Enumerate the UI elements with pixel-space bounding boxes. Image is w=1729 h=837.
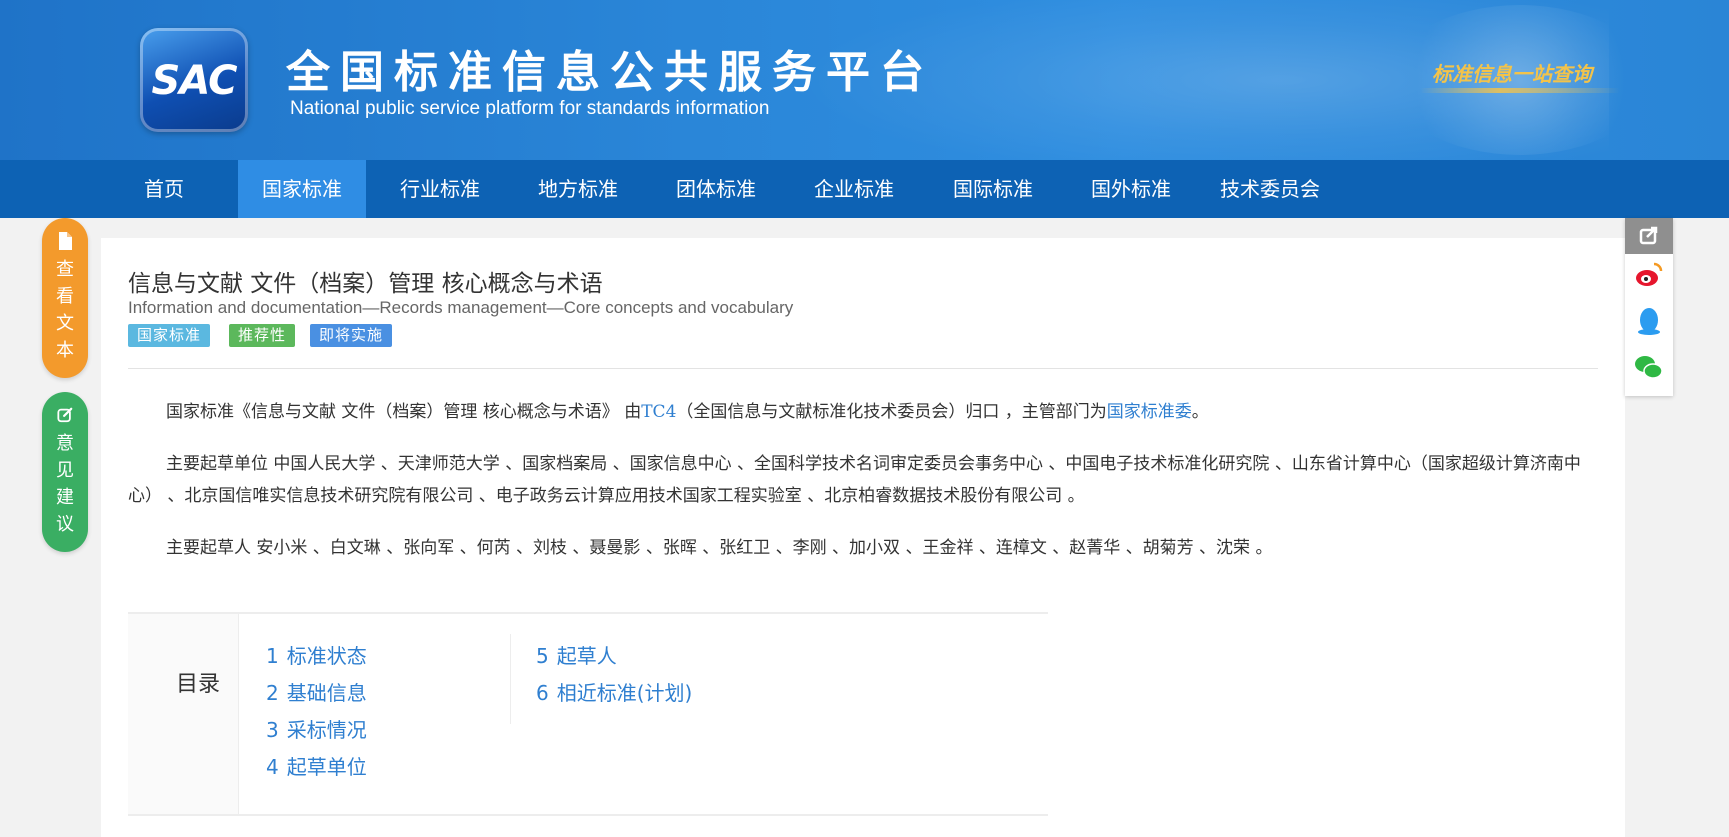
toc-num: 5 xyxy=(536,644,549,668)
toc-item-drafters[interactable]: 5 起草人 xyxy=(536,640,617,669)
toc-num: 6 xyxy=(536,681,549,705)
qq-icon[interactable] xyxy=(1634,306,1664,336)
logo-text: SAC xyxy=(151,58,238,104)
badge-recommended: 推荐性 xyxy=(229,324,296,347)
paragraph-drafters: 主要起草人 安小米 、白文琳 、张向军 、何芮 、刘枝 、聂曼影 、张晖 、张红… xyxy=(166,538,1273,558)
paragraph-overview: 国家标准《信息与文献 文件（档案）管理 核心概念与术语》 由TC4（全国信息与文… xyxy=(128,396,1598,428)
nav-national-standard[interactable]: 国家标准 xyxy=(238,160,366,218)
nav-international-standard[interactable]: 国际标准 xyxy=(933,160,1053,218)
toc-item-status[interactable]: 1 标准状态 xyxy=(266,640,367,669)
tc-link[interactable]: TC4 xyxy=(641,402,676,422)
wechat-icon[interactable] xyxy=(1634,352,1664,382)
document-icon xyxy=(59,232,72,250)
share-toggle[interactable] xyxy=(1625,218,1673,254)
divider xyxy=(128,368,1598,369)
toc-item-drafting-units[interactable]: 4 起草单位 xyxy=(266,751,367,780)
weibo-icon[interactable] xyxy=(1634,260,1664,290)
toc-item-adoption[interactable]: 3 采标情况 xyxy=(266,714,367,743)
paragraph-drafting-units: 主要起草单位 中国人民大学 、天津师范大学 、国家档案局 、国家信息中心 、全国… xyxy=(128,454,1581,506)
slogan: 标准信息一站查询 xyxy=(1432,62,1592,86)
nav-local-standard[interactable]: 地方标准 xyxy=(518,160,638,218)
toc-num: 4 xyxy=(266,755,279,779)
share-icon xyxy=(1639,226,1658,245)
overview-prefix: 国家标准《信息与文献 文件（档案）管理 核心概念与术语》 由 xyxy=(166,402,642,422)
overview-middle: （全国信息与文献标准化技术委员会）归口 ，主管部门为 xyxy=(676,402,1107,422)
department-link[interactable]: 国家标准委 xyxy=(1107,402,1192,422)
nav-foreign-standard[interactable]: 国外标准 xyxy=(1071,160,1191,218)
badge-national-standard: 国家标准 xyxy=(128,324,211,347)
toc-text: 起草单位 xyxy=(286,755,367,779)
table-of-contents: 目录 1 标准状态 2 基础信息 3 采标情况 4 起草单位 5 起草人 6 相近标准(计划… xyxy=(128,612,1048,816)
toc-text: 标准状态 xyxy=(286,644,367,668)
header-banner: SAC 全国标准信息公共服务平台 National public service… xyxy=(0,0,1729,160)
feedback-label: 意 见 建 议 xyxy=(56,433,74,535)
badge-upcoming: 即将实施 xyxy=(310,324,393,347)
standard-title-en: Information and documentation—Records ma… xyxy=(128,298,794,317)
nav-home[interactable]: 首页 xyxy=(126,160,202,218)
toc-column-divider xyxy=(510,634,511,724)
toc-num: 1 xyxy=(266,644,279,668)
toc-num: 3 xyxy=(266,718,279,742)
toc-text: 起草人 xyxy=(556,644,617,668)
sac-logo[interactable]: SAC xyxy=(140,28,248,132)
share-bar xyxy=(1625,218,1673,396)
nav-enterprise-standard[interactable]: 企业标准 xyxy=(794,160,914,218)
toc-text: 相近标准(计划) xyxy=(556,681,693,705)
nav-industry-standard[interactable]: 行业标准 xyxy=(380,160,500,218)
main-nav: 首页 国家标准 行业标准 地方标准 团体标准 企业标准 国际标准 国外标准 技术… xyxy=(0,160,1729,218)
site-title: 全国标准信息公共服务平台 xyxy=(286,47,934,98)
view-text-button[interactable]: 查 看 文 本 xyxy=(42,218,88,378)
toc-item-similar-standards[interactable]: 6 相近标准(计划) xyxy=(536,677,692,706)
toc-label-cell: 目录 xyxy=(128,614,239,814)
toc-num: 2 xyxy=(266,681,279,705)
toc-text: 基础信息 xyxy=(286,681,367,705)
view-text-label: 查 看 文 本 xyxy=(56,259,74,361)
nav-group-standard[interactable]: 团体标准 xyxy=(656,160,776,218)
slogan-streak xyxy=(1420,88,1620,93)
site-subtitle: National public service platform for sta… xyxy=(290,98,770,119)
toc-label: 目录 xyxy=(176,672,221,697)
nav-technical-committee[interactable]: 技术委员会 xyxy=(1205,160,1335,218)
overview-suffix: 。 xyxy=(1191,402,1209,422)
toc-item-basic-info[interactable]: 2 基础信息 xyxy=(266,677,367,706)
standard-title-cn: 信息与文献 文件（档案）管理 核心概念与术语 xyxy=(128,271,603,297)
standard-detail-card: 信息与文献 文件（档案）管理 核心概念与术语 Information and d… xyxy=(101,238,1625,837)
edit-icon xyxy=(57,407,73,423)
toc-text: 采标情况 xyxy=(286,718,367,742)
feedback-button[interactable]: 意 见 建 议 xyxy=(42,392,88,552)
